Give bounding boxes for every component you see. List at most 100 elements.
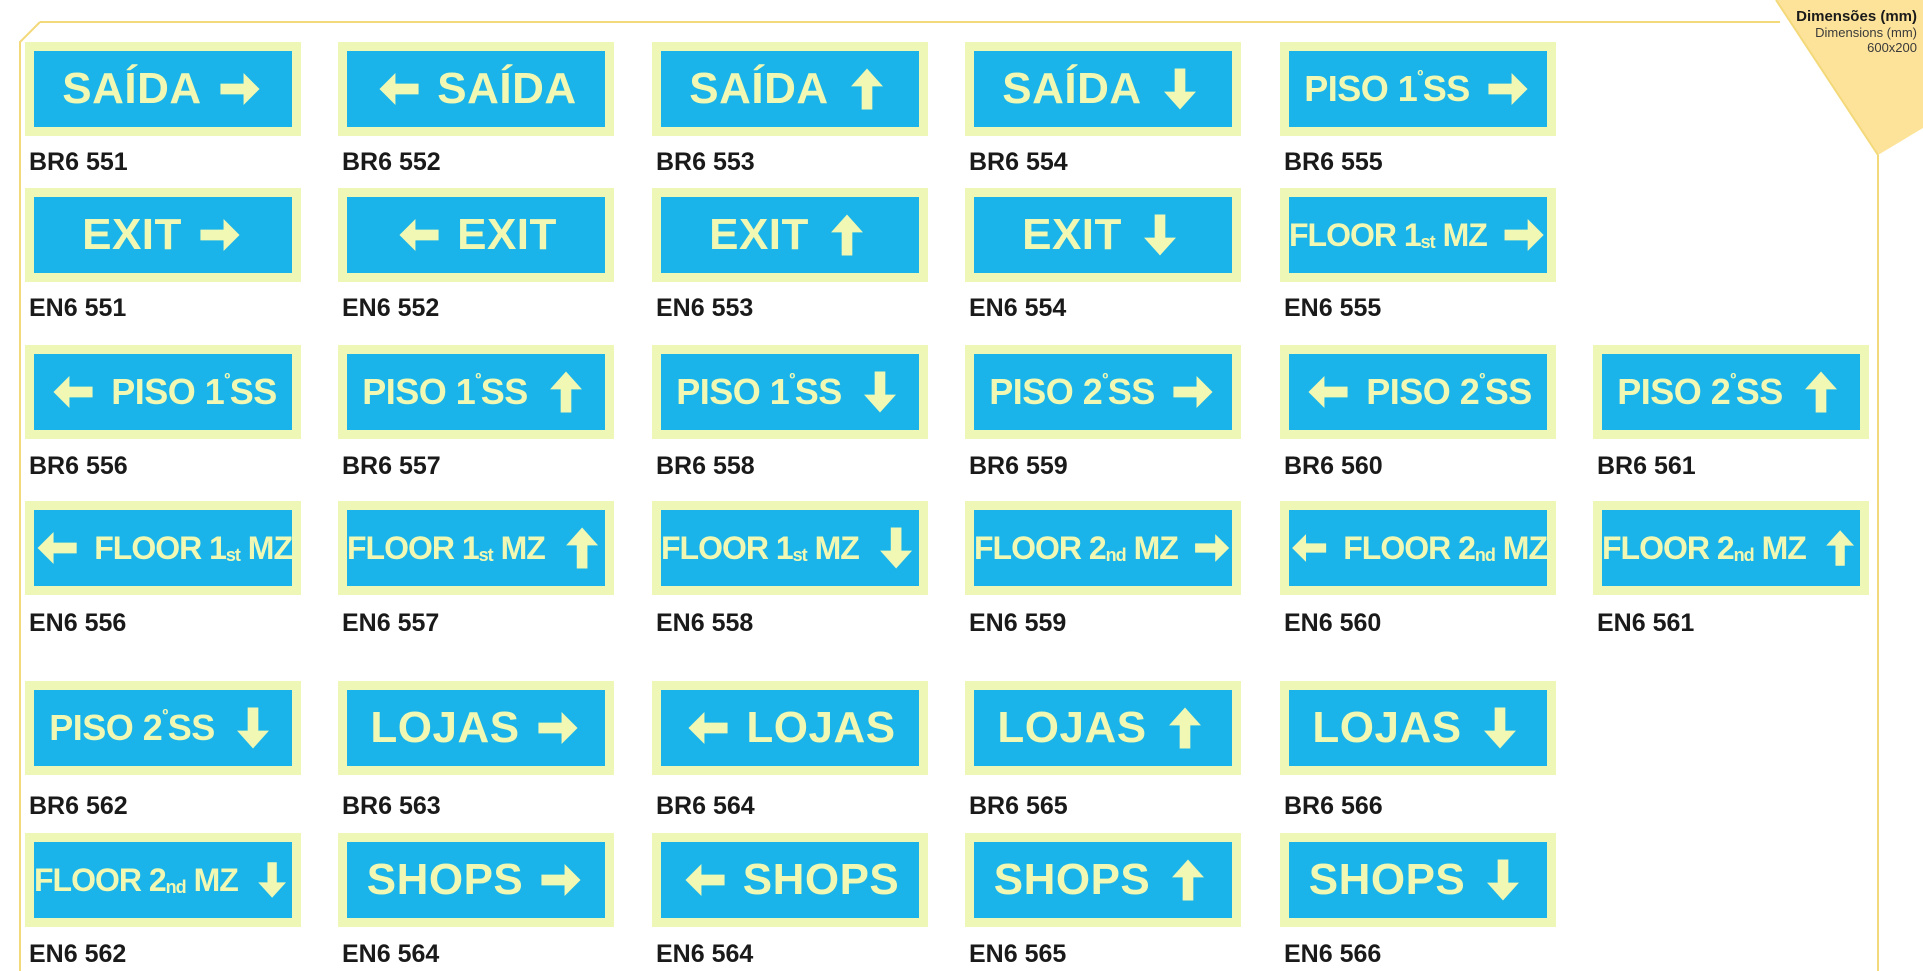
sign-label-suffix: SS xyxy=(480,371,529,412)
product-code: BR6 559 xyxy=(969,452,1068,480)
arrow-up-icon xyxy=(850,68,883,110)
sign-panel: LOJAS xyxy=(347,690,605,766)
sign-label-main: SHOPS xyxy=(993,855,1151,904)
product-code: BR6 560 xyxy=(1284,452,1383,480)
sign-label-main: SHOPS xyxy=(1308,855,1466,904)
sign-label-suffix: MZ xyxy=(1494,529,1547,566)
arrow-up-icon xyxy=(549,371,582,413)
sign-label: EXIT xyxy=(1022,210,1122,260)
sign-label-ordinal: st xyxy=(478,544,494,565)
sign-en6-552: EXIT xyxy=(338,188,614,282)
sign-panel: FLOOR 2nd MZ xyxy=(974,510,1232,586)
sign-label-suffix: MZ xyxy=(492,529,546,566)
sign-panel: EXIT xyxy=(347,197,605,273)
sign-label-main: PISO 2 xyxy=(989,371,1103,412)
sign-label-ordinal: st xyxy=(225,544,241,565)
sign-label: EXIT xyxy=(709,210,809,260)
arrow-right-icon xyxy=(1488,73,1528,105)
sign-panel: PISO 1ºSS xyxy=(1289,51,1547,127)
sign-panel: SAÍDA xyxy=(974,51,1232,127)
sign-label: FLOOR 2nd MZ xyxy=(1343,530,1547,567)
sign-label-suffix: SS xyxy=(1484,371,1533,412)
sign-label: PISO 1ºSS xyxy=(111,371,277,413)
sign-panel: SAÍDA xyxy=(34,51,292,127)
arrow-up-icon xyxy=(565,527,598,569)
sign-label-suffix: SS xyxy=(794,371,843,412)
arrow-left-icon xyxy=(1308,376,1348,408)
product-code: BR6 551 xyxy=(29,148,128,176)
sign-label-ordinal: nd xyxy=(1474,544,1496,565)
sign-br6-553: SAÍDA xyxy=(652,42,928,136)
sign-panel: FLOOR 1st MZ xyxy=(1289,197,1547,273)
sign-label-main: FLOOR 1 xyxy=(1289,216,1422,253)
sign-label-ordinal: nd xyxy=(165,876,187,897)
sign-label-ordinal: st xyxy=(792,544,808,565)
sign-br6-564: LOJAS xyxy=(652,681,928,775)
sign-br6-565: LOJAS xyxy=(965,681,1241,775)
sign-label: LOJAS xyxy=(1312,703,1461,753)
sign-panel: EXIT xyxy=(661,197,919,273)
sign-panel: FLOOR 2nd MZ xyxy=(34,842,292,918)
product-code: BR6 565 xyxy=(969,792,1068,820)
arrow-left-icon xyxy=(379,73,419,105)
sign-br6-561: PISO 2ºSS xyxy=(1593,345,1869,439)
sign-label-suffix: SS xyxy=(1107,371,1156,412)
arrow-up-icon xyxy=(1825,530,1854,566)
sign-label: PISO 1ºSS xyxy=(362,371,529,413)
sign-label: SAÍDA xyxy=(689,64,828,114)
sign-br6-552: SAÍDA xyxy=(338,42,614,136)
sign-label-main: PISO 1 xyxy=(676,371,790,412)
sign-br6-563: LOJAS xyxy=(338,681,614,775)
arrow-up-icon xyxy=(1172,859,1205,901)
sign-en6-564: SHOPS xyxy=(652,833,928,927)
sign-label-ordinal: st xyxy=(1420,231,1436,252)
sign-label: LOJAS xyxy=(370,703,519,753)
arrow-left-icon xyxy=(1292,534,1327,562)
arrow-down-icon xyxy=(236,707,269,749)
sign-panel: SHOPS xyxy=(661,842,919,918)
dimensions-title: Dimensões (mm) xyxy=(1796,8,1917,25)
arrow-down-icon xyxy=(1487,859,1520,901)
sign-label: FLOOR 1st MZ xyxy=(1289,216,1488,254)
sign-en6-566: SHOPS xyxy=(1280,833,1556,927)
sign-panel: LOJAS xyxy=(661,690,919,766)
sign-panel: LOJAS xyxy=(1289,690,1547,766)
arrow-down-icon xyxy=(1143,214,1176,256)
product-code: EN6 554 xyxy=(969,294,1067,322)
sign-label-main: SAÍDA xyxy=(437,64,577,113)
sign-label-main: LOJAS xyxy=(746,703,896,752)
product-code: EN6 564 xyxy=(342,940,440,968)
sign-panel: PISO 1ºSS xyxy=(347,354,605,430)
product-code: EN6 555 xyxy=(1284,294,1382,322)
sign-en6-565: SHOPS xyxy=(965,833,1241,927)
sign-br6-556: PISO 1ºSS xyxy=(25,345,301,439)
product-code: BR6 563 xyxy=(342,792,441,820)
arrow-left-icon xyxy=(685,864,725,896)
sign-label-main: PISO 1 xyxy=(1304,68,1418,109)
sign-en6-555: FLOOR 1st MZ xyxy=(1280,188,1556,282)
dimensions-tag: Dimensões (mm) Dimensions (mm) 600x200 xyxy=(1776,0,1923,72)
product-code: BR6 554 xyxy=(969,148,1068,176)
sign-label: PISO 2ºSS xyxy=(989,371,1156,413)
product-code: EN6 565 xyxy=(969,940,1067,968)
sign-label-ordinal: nd xyxy=(1105,544,1127,565)
sign-label-main: PISO 2 xyxy=(1617,371,1731,412)
product-code: BR6 562 xyxy=(29,792,128,820)
product-code: BR6 558 xyxy=(656,452,755,480)
sign-label-main: FLOOR 2 xyxy=(974,529,1107,566)
sign-label: FLOOR 1st MZ xyxy=(661,529,860,567)
product-code: EN6 562 xyxy=(29,940,127,968)
arrow-right-icon xyxy=(1173,376,1213,408)
sign-panel: PISO 2ºSS xyxy=(1602,354,1860,430)
sign-panel: FLOOR 1st MZ xyxy=(347,510,605,586)
sign-label-main: FLOOR 1 xyxy=(94,529,227,566)
arrow-left-icon xyxy=(399,219,439,251)
sign-label-suffix: MZ xyxy=(806,529,860,566)
sign-label: SAÍDA xyxy=(62,64,201,114)
catalog-frame xyxy=(19,0,1923,971)
product-code: EN6 551 xyxy=(29,294,127,322)
arrow-up-icon xyxy=(830,214,863,256)
sign-label: EXIT xyxy=(457,210,557,260)
sign-panel: FLOOR 2nd MZ xyxy=(1602,510,1860,586)
product-code: EN6 556 xyxy=(29,609,127,637)
